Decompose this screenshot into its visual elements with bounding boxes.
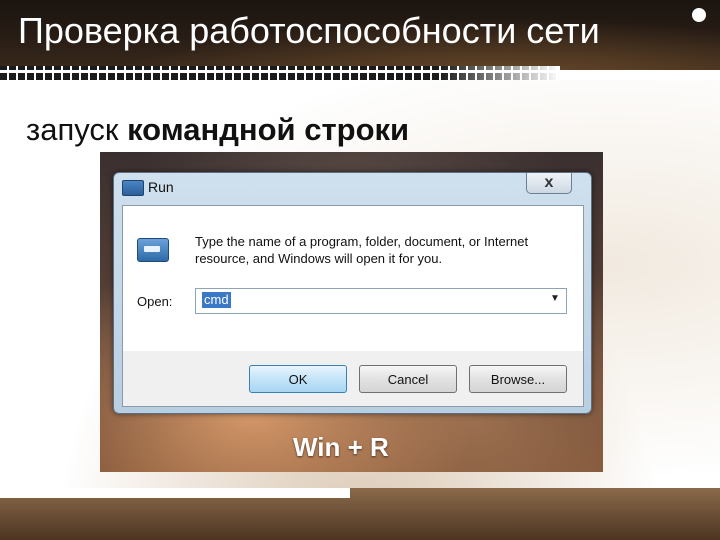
- open-combobox[interactable]: cmd ▼: [195, 288, 567, 314]
- run-window-icon: [122, 180, 144, 196]
- open-input-value[interactable]: cmd: [202, 292, 231, 308]
- subtitle-bold: командной строки: [127, 112, 410, 147]
- dialog-description: Type the name of a program, folder, docu…: [195, 234, 529, 266]
- subtitle-normal: запуск: [26, 112, 128, 147]
- cancel-button[interactable]: Cancel: [359, 365, 457, 393]
- dialog-client-area: Type the name of a program, folder, docu…: [122, 205, 584, 407]
- run-dialog: Run x Type the name of a program, folder…: [113, 172, 592, 414]
- ok-button[interactable]: OK: [249, 365, 347, 393]
- run-program-icon: [137, 238, 169, 262]
- dialog-title: Run: [148, 179, 174, 195]
- slide-subtitle: запуск командной строки: [26, 112, 409, 148]
- slide-header: Проверка работоспособности сети: [0, 0, 720, 70]
- open-label: Open:: [137, 294, 173, 309]
- chevron-down-icon[interactable]: ▼: [550, 293, 560, 304]
- close-icon: x: [544, 174, 554, 191]
- decorative-dot: [692, 8, 706, 22]
- slide-title: Проверка работоспособности сети: [18, 10, 600, 51]
- shortcut-caption: Win + R: [293, 432, 389, 462]
- close-button[interactable]: x: [526, 173, 572, 194]
- browse-button[interactable]: Browse...: [469, 365, 567, 393]
